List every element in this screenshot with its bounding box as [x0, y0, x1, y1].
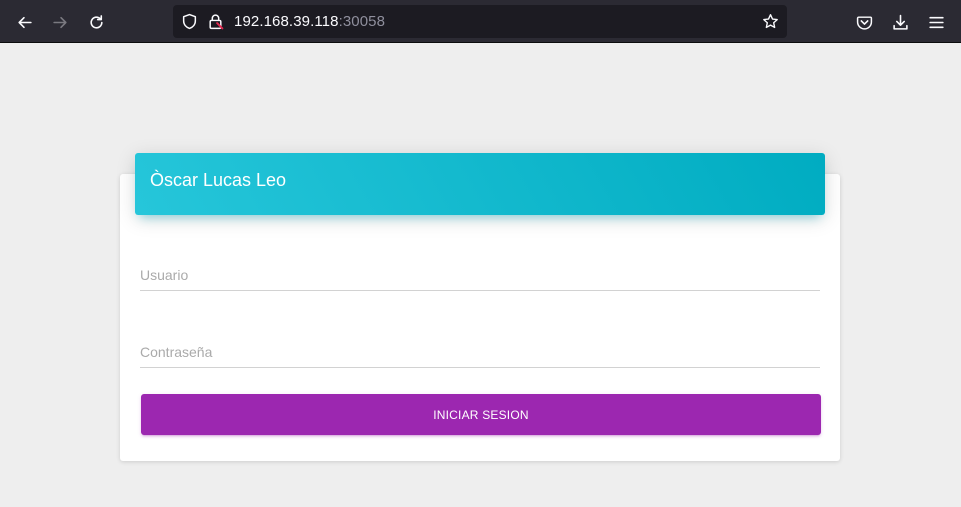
reload-icon [89, 14, 103, 29]
pocket-button[interactable] [850, 8, 878, 36]
download-icon [892, 14, 908, 30]
login-title: Òscar Lucas Leo [150, 170, 287, 190]
login-button[interactable]: INICIAR SESION [141, 394, 821, 435]
forward-button[interactable] [46, 8, 74, 36]
reload-button[interactable] [82, 8, 110, 36]
pocket-icon [856, 15, 872, 30]
app-menu-button[interactable] [922, 8, 950, 36]
menu-icon [928, 16, 944, 28]
back-button[interactable] [10, 8, 38, 36]
url-host: 192.168.39.118 [234, 13, 339, 30]
url-port: :30058 [338, 13, 386, 30]
back-arrow-icon [17, 16, 32, 28]
username-input[interactable] [140, 251, 820, 290]
browser-toolbar: 192.168.39.118:30058 [0, 0, 961, 43]
page-content: Òscar Lucas Leo INICIAR SESION [0, 44, 961, 507]
star-icon[interactable] [762, 13, 779, 30]
forward-arrow-icon [52, 16, 67, 28]
downloads-button[interactable] [886, 8, 914, 36]
password-field-wrapper [140, 328, 820, 368]
login-card-header: Òscar Lucas Leo [135, 153, 825, 215]
password-input[interactable] [140, 328, 820, 367]
url-text[interactable]: 192.168.39.118:30058 [234, 13, 385, 30]
shield-icon[interactable] [181, 13, 198, 30]
address-bar[interactable]: 192.168.39.118:30058 [173, 5, 787, 38]
lock-icon[interactable] [207, 13, 224, 30]
username-field-wrapper [140, 251, 820, 291]
